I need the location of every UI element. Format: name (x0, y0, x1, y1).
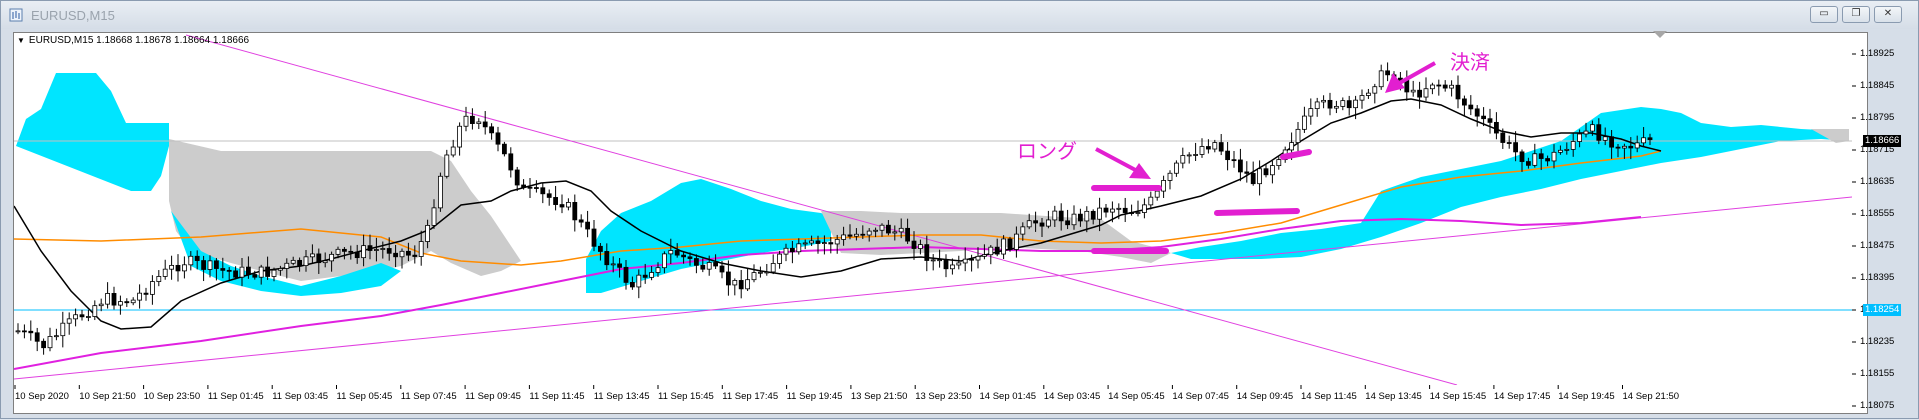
time-axis-label: 10 Sep 23:50 (143, 391, 201, 402)
time-axis-label: 14 Sep 05:45 (1108, 391, 1165, 402)
time-axis-label: 14 Sep 17:45 (1493, 391, 1551, 402)
price-axis-label: 1.18235 (1860, 336, 1895, 347)
time-axis-label: 14 Sep 03:45 (1043, 391, 1101, 402)
time-axis-label: 13 Sep 23:50 (915, 391, 972, 402)
time-axis-label: 10 Sep 21:50 (79, 391, 136, 402)
time-axis-label: 14 Sep 11:45 (1301, 391, 1357, 402)
time-axis-label: 11 Sep 17:45 (722, 391, 779, 402)
time-axis-label: 11 Sep 03:45 (272, 391, 329, 402)
time-axis-label: 11 Sep 07:45 (400, 391, 457, 402)
chart-shift-marker-icon[interactable] (1653, 31, 1667, 38)
time-axis-label: 11 Sep 01:45 (207, 391, 264, 402)
price-axis-label: 1.18395 (1860, 272, 1895, 283)
time-axis-label: 11 Sep 05:45 (336, 391, 393, 402)
time-axis-label: 14 Sep 15:45 (1429, 391, 1487, 402)
time-axis-label: 14 Sep 13:45 (1365, 391, 1422, 402)
title-bar[interactable]: EURUSD,M15 ▭ ❐ ✕ (1, 1, 1918, 29)
symbol-info: ▼ EURUSD,M15 1.18668 1.18678 1.18664 1.18… (17, 35, 249, 46)
time-axis-label: 11 Sep 13:45 (593, 391, 650, 402)
price-axis-label: 1.18795 (1860, 112, 1895, 123)
price-axis-label: 1.18155 (1860, 368, 1895, 379)
chart-window: EURUSD,M15 ▭ ❐ ✕ ▼ EURUSD,M15 1.18668 1.… (0, 0, 1919, 419)
price-axis-label: 1.18075 (1860, 400, 1895, 411)
time-axis-label: 13 Sep 21:50 (850, 391, 908, 402)
time-axis-label: 14 Sep 07:45 (1172, 391, 1229, 402)
long-annotation: ロング (1017, 139, 1077, 163)
price-axis-label: 1.18475 (1860, 240, 1895, 251)
current-price-badge: 1.18666 (1863, 135, 1902, 147)
dropdown-triangle-icon[interactable]: ▼ (17, 36, 25, 45)
price-chart-area[interactable] (13, 32, 1868, 414)
price-axis-label: 1.18555 (1860, 208, 1895, 219)
chart-window-icon (9, 8, 23, 22)
close-button[interactable]: ✕ (1874, 6, 1902, 23)
minimize-icon: ▭ (1819, 8, 1829, 19)
time-axis-label: 14 Sep 19:45 (1558, 391, 1615, 402)
minimize-button[interactable]: ▭ (1810, 6, 1838, 23)
price-axis-label: 1.18845 (1860, 80, 1895, 91)
time-axis-label: 14 Sep 09:45 (1236, 391, 1294, 402)
window-title: EURUSD,M15 (31, 8, 115, 23)
time-axis-label: 11 Sep 15:45 (658, 391, 714, 402)
close-icon: ✕ (1883, 8, 1893, 19)
time-axis-label: 11 Sep 19:45 (786, 391, 843, 402)
symbol-ohlc: EURUSD,M15 1.18668 1.18678 1.18664 1.186… (28, 35, 250, 46)
restore-button[interactable]: ❐ (1842, 6, 1870, 23)
time-axis-label: 10 Sep 2020 (15, 391, 69, 402)
time-axis-label: 11 Sep 11:45 (529, 391, 585, 402)
time-axis-label: 14 Sep 21:50 (1622, 391, 1680, 402)
line-price-badge: 1.18254 (1863, 304, 1902, 316)
time-axis-label: 14 Sep 01:45 (979, 391, 1037, 402)
price-axis-label: 1.18925 (1860, 48, 1895, 59)
price-axis-label: 1.18635 (1860, 176, 1895, 187)
restore-icon: ❐ (1851, 8, 1861, 19)
exit-annotation: 決済 (1450, 50, 1490, 74)
time-axis-label: 11 Sep 09:45 (465, 391, 521, 402)
